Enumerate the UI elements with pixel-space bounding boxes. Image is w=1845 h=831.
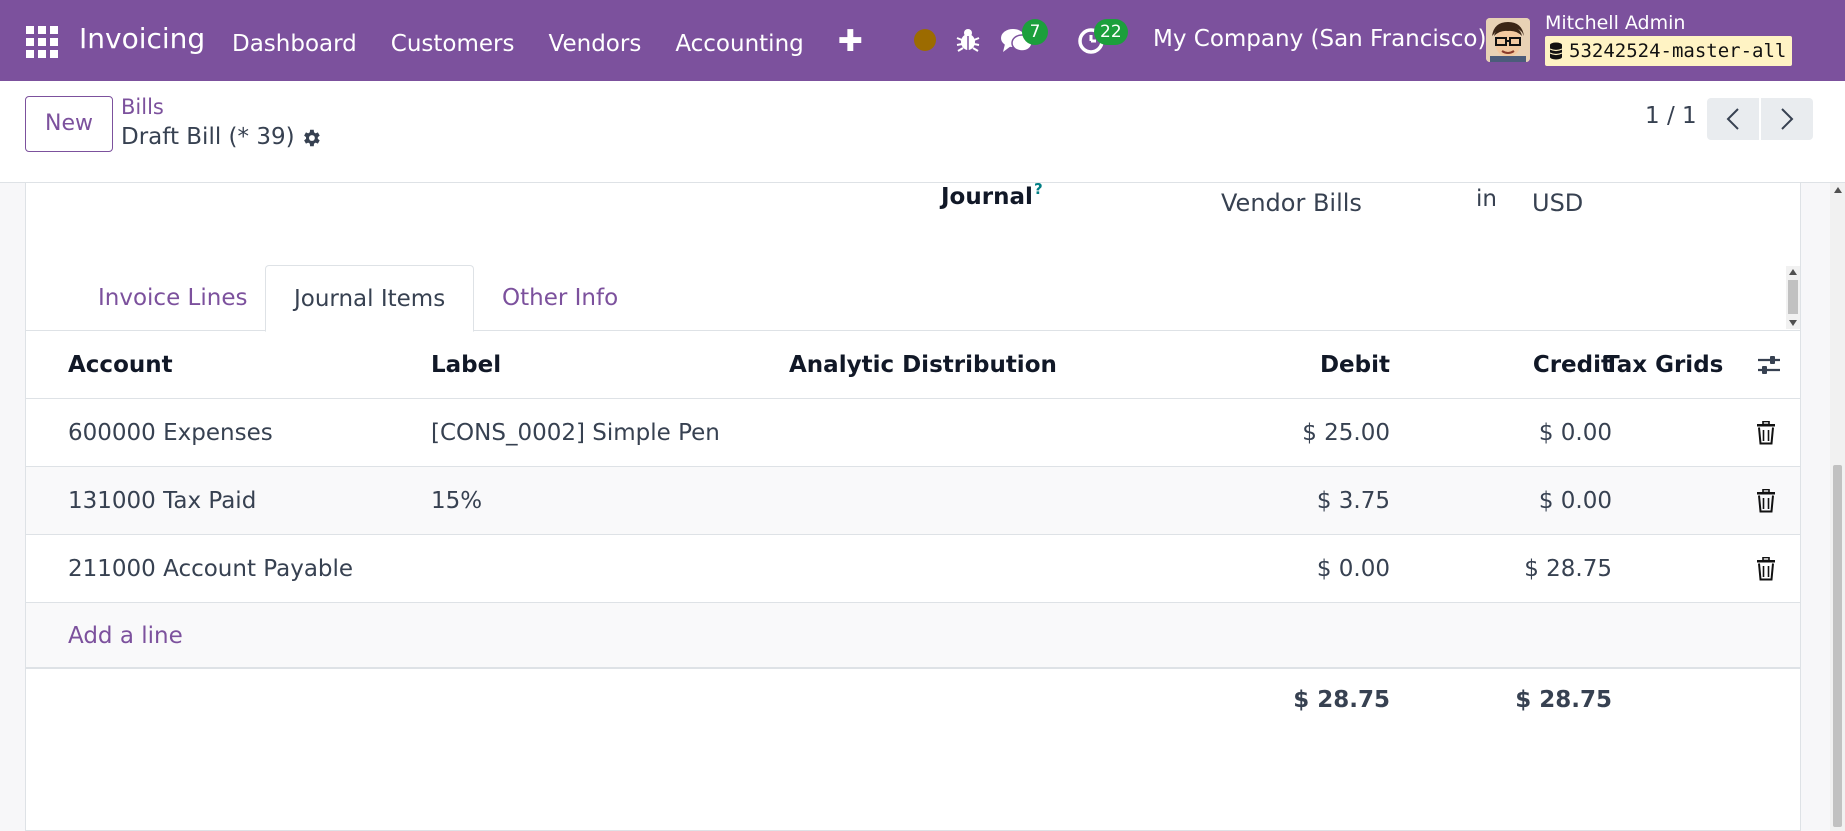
delete-row-button[interactable] (1754, 467, 1784, 535)
row-credit[interactable]: $ 0.00 (1390, 467, 1612, 535)
chevron-right-icon (1781, 108, 1794, 130)
journal-field[interactable]: Vendor Bills (1221, 189, 1362, 217)
menu-dashboard[interactable]: Dashboard (232, 31, 357, 57)
row-debit[interactable]: $ 25.00 (1126, 399, 1390, 467)
column-analytic-distribution[interactable]: Analytic Distribution (789, 331, 1057, 399)
page-scrollbar[interactable] (1830, 183, 1845, 831)
top-navbar: Invoicing Dashboard Customers Vendors Ac… (0, 0, 1845, 81)
new-button[interactable]: New (25, 96, 113, 152)
column-credit[interactable]: Credit (1390, 331, 1612, 399)
database-icon (1549, 42, 1563, 60)
delete-row-button[interactable] (1754, 399, 1784, 467)
row-credit[interactable]: $ 0.00 (1390, 399, 1612, 467)
apps-grid-icon[interactable] (26, 26, 58, 58)
trash-icon (1757, 557, 1775, 581)
chat-count-badge: 7 (1022, 19, 1048, 45)
row-debit[interactable]: $ 0.00 (1126, 535, 1390, 603)
trash-icon (1757, 489, 1775, 513)
trash-icon (1757, 421, 1775, 445)
company-switcher[interactable]: My Company (San Francisco) (1153, 26, 1486, 52)
plus-icon[interactable]: ✚ (838, 24, 863, 59)
journal-help-tooltip[interactable]: ? (1034, 180, 1043, 198)
row-account[interactable]: 211000 Account Payable (68, 535, 353, 603)
main-menu: Dashboard Customers Vendors Accounting ✚ (232, 24, 863, 61)
menu-vendors[interactable]: Vendors (549, 31, 642, 57)
chevron-left-icon (1726, 108, 1739, 130)
user-name[interactable]: Mitchell Admin (1545, 12, 1685, 34)
table-row[interactable]: 131000 Tax Paid 15% $ 3.75 $ 0.00 (26, 467, 1800, 535)
sliders-icon (1758, 356, 1780, 374)
tabs-scrollbar[interactable] (1786, 266, 1800, 329)
tab-other-info[interactable]: Other Info (474, 265, 646, 331)
row-debit[interactable]: $ 3.75 (1126, 467, 1390, 535)
column-tax-grids[interactable]: Tax Grids (1604, 331, 1723, 399)
database-badge: 53242524-master-all (1545, 36, 1793, 66)
row-credit[interactable]: $ 28.75 (1390, 535, 1612, 603)
status-dot-icon[interactable] (914, 29, 936, 51)
breadcrumb-bills[interactable]: Bills (121, 95, 164, 119)
journal-in-label: in (1476, 186, 1497, 212)
tab-journal-items[interactable]: Journal Items (265, 265, 475, 332)
row-account[interactable]: 131000 Tax Paid (68, 467, 256, 535)
activity-count-badge: 22 (1094, 19, 1128, 45)
total-debit: $ 28.75 (1293, 687, 1390, 713)
pager-next-button[interactable] (1761, 98, 1813, 140)
delete-row-button[interactable] (1754, 535, 1784, 603)
avatar[interactable] (1486, 18, 1530, 62)
bug-icon[interactable] (954, 26, 982, 54)
table-row[interactable]: 600000 Expenses [CONS_0002] Simple Pen $… (26, 399, 1800, 467)
database-name: 53242524-master-all (1569, 40, 1787, 62)
menu-customers[interactable]: Customers (391, 31, 515, 57)
total-credit: $ 28.75 (1515, 687, 1612, 713)
table-header: Account Label Analytic Distribution Debi… (26, 331, 1800, 399)
pager-previous-button[interactable] (1707, 98, 1759, 140)
row-label[interactable]: [CONS_0002] Simple Pen (431, 399, 720, 467)
add-line-button[interactable]: Add a line (68, 603, 183, 669)
journal-label: Journal (941, 184, 1033, 210)
gear-icon[interactable] (300, 127, 322, 149)
app-name[interactable]: Invoicing (79, 22, 205, 55)
currency-field[interactable]: USD (1532, 189, 1583, 217)
column-debit[interactable]: Debit (1126, 331, 1390, 399)
row-label[interactable]: 15% (431, 467, 482, 535)
record-title: Draft Bill (* 39) (121, 124, 295, 150)
row-account[interactable]: 600000 Expenses (68, 399, 273, 467)
journal-items-table: Account Label Analytic Distribution Debi… (26, 331, 1800, 731)
totals-row: $ 28.75 $ 28.75 (26, 669, 1800, 731)
tab-invoice-lines[interactable]: Invoice Lines (70, 265, 275, 331)
table-row[interactable]: 211000 Account Payable $ 0.00 $ 28.75 (26, 535, 1800, 603)
pager-value[interactable]: 1 / 1 (1645, 103, 1697, 129)
add-line-row: Add a line (26, 603, 1800, 669)
column-label[interactable]: Label (431, 331, 501, 399)
menu-accounting[interactable]: Accounting (675, 31, 803, 57)
notebook-tabs: Invoice Lines Journal Items Other Info (26, 265, 1800, 332)
optional-columns-toggle[interactable] (1754, 331, 1784, 399)
column-account[interactable]: Account (68, 331, 173, 399)
